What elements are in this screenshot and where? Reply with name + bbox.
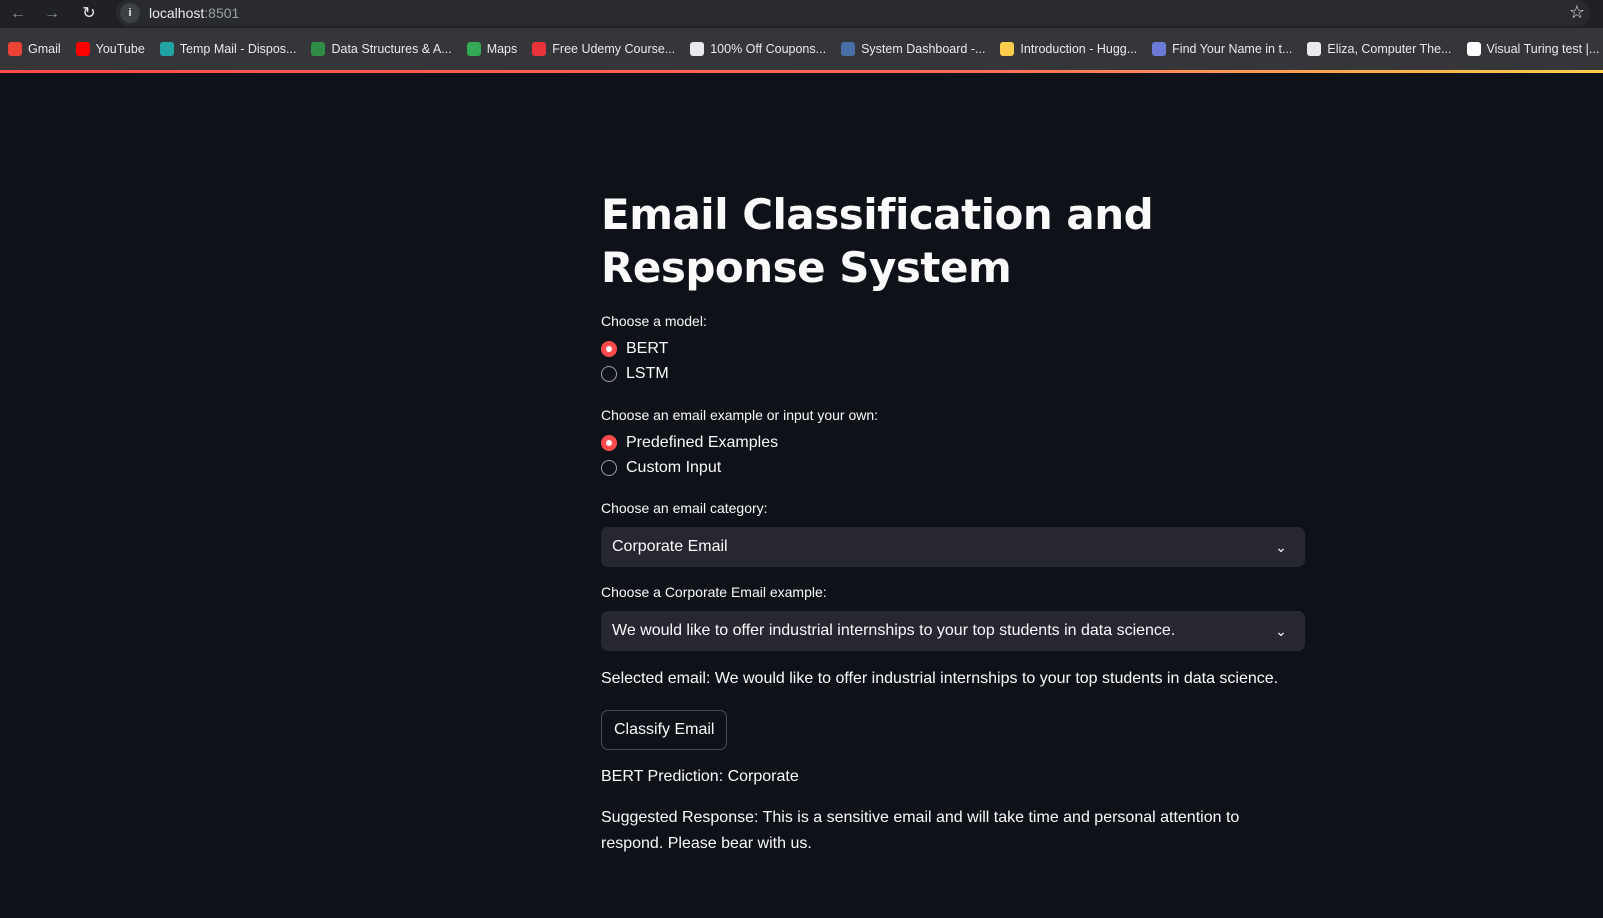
bookmark-label: Find Your Name in t...	[1172, 42, 1293, 56]
bookmark-item[interactable]: Visual Turing test |...	[1466, 42, 1600, 56]
bookmark-star-icon[interactable]: ☆	[1569, 2, 1585, 23]
suggested-response-text: Suggested Response: This is a sensitive …	[601, 809, 1240, 852]
page-title: Email Classification and Response System	[601, 190, 1154, 292]
model-label: Choose a model:	[601, 313, 707, 329]
chevron-down-icon[interactable]: ⌄	[1271, 537, 1291, 557]
bookmark-label: Data Structures & A...	[331, 42, 452, 56]
globe-icon	[1307, 42, 1322, 56]
radio-model-lstm[interactable]: LSTM	[601, 365, 669, 383]
bookmark-label: Eliza, Computer The...	[1327, 42, 1452, 56]
bookmark-item[interactable]: Eliza, Computer The...	[1307, 42, 1452, 56]
maps-icon	[466, 42, 481, 56]
bookmark-item[interactable]: Free Udemy Course...	[532, 42, 675, 56]
category-select[interactable]: Corporate Email ⌄	[601, 527, 1305, 567]
chevron-down-icon[interactable]: ⌄	[1271, 621, 1291, 641]
reload-icon[interactable]: ↻	[79, 4, 99, 24]
app-header-decoration	[0, 70, 1603, 73]
globe-icon	[690, 42, 705, 56]
prediction-text: BERT Prediction: Corporate	[601, 768, 799, 785]
ns-icon	[1466, 42, 1481, 56]
bookmark-item[interactable]: Gmail	[8, 42, 61, 56]
bookmark-item[interactable]: Introduction - Hugg...	[1000, 42, 1137, 56]
forward-arrow-icon[interactable]: →	[42, 4, 62, 24]
bookmark-label: System Dashboard -...	[861, 42, 986, 56]
back-arrow-icon[interactable]: ←	[8, 4, 28, 24]
radio-label: LSTM	[626, 365, 669, 382]
example-label: Choose a Corporate Email example:	[601, 584, 827, 600]
youtube-icon	[75, 42, 90, 56]
bookmark-item[interactable]: YouTube	[75, 42, 145, 56]
bookmarks-bar: Gmail YouTube Temp Mail - Dispos... Data St…	[0, 28, 1603, 70]
bookmark-item[interactable]: 100% Off Coupons...	[690, 42, 826, 56]
example-select[interactable]: We would like to offer industrial intern…	[601, 611, 1305, 651]
category-select-value: Corporate Email	[612, 538, 728, 555]
browser-toolbar: ← → ↻ i localhost:8501 ☆	[0, 0, 1603, 28]
huggingface-icon	[1000, 42, 1015, 56]
dashboard-icon	[841, 42, 856, 56]
address-bar[interactable]: i localhost:8501	[116, 0, 1590, 26]
gfg-icon	[311, 42, 326, 56]
bookmark-label: Free Udemy Course...	[552, 42, 676, 56]
selected-email-text: Selected email: We would like to offer i…	[601, 670, 1279, 687]
udemy-icon	[532, 42, 547, 56]
example-select-value: We would like to offer industrial intern…	[612, 622, 1176, 639]
bookmark-label: YouTube	[95, 42, 145, 56]
bookmark-item[interactable]: Maps	[466, 42, 518, 56]
source-label: Choose an email example or input your ow…	[601, 407, 879, 423]
bookmark-label: Maps	[486, 42, 518, 56]
bookmark-label: 100% Off Coupons...	[710, 42, 827, 56]
bookmark-label: Introduction - Hugg...	[1020, 42, 1138, 56]
category-label: Choose an email category:	[601, 500, 768, 516]
radio-model-bert[interactable]: BERT	[601, 340, 668, 358]
gmail-icon	[8, 42, 22, 56]
radio-unselected-icon[interactable]	[601, 366, 617, 382]
bookmark-label: Visual Turing test |...	[1486, 42, 1600, 56]
url-host: localhost	[149, 5, 205, 21]
radio-label: Predefined Examples	[626, 434, 779, 451]
radio-selected-icon[interactable]	[601, 435, 617, 451]
radio-unselected-icon[interactable]	[601, 460, 617, 476]
site-info-icon[interactable]: i	[120, 3, 140, 23]
bookmark-label: Gmail	[28, 42, 61, 56]
bookmark-item[interactable]: System Dashboard -...	[841, 42, 985, 56]
bookmark-item[interactable]: Data Structures & A...	[311, 42, 452, 56]
bookmark-item[interactable]: Find Your Name in t...	[1152, 42, 1292, 56]
radio-label: Custom Input	[626, 459, 722, 476]
url-port: :8501	[204, 5, 240, 21]
bookmark-item[interactable]: Temp Mail - Dispos...	[159, 42, 297, 56]
bookmark-label: Temp Mail - Dispos...	[179, 42, 297, 56]
temp-mail-icon	[159, 42, 174, 56]
radio-label: BERT	[626, 340, 669, 357]
radio-source-predefined[interactable]: Predefined Examples	[601, 434, 778, 452]
document-icon	[1152, 42, 1167, 56]
classify-email-button[interactable]: Classify Email	[601, 710, 728, 750]
radio-selected-icon[interactable]	[601, 341, 617, 357]
radio-source-custom[interactable]: Custom Input	[601, 459, 721, 477]
